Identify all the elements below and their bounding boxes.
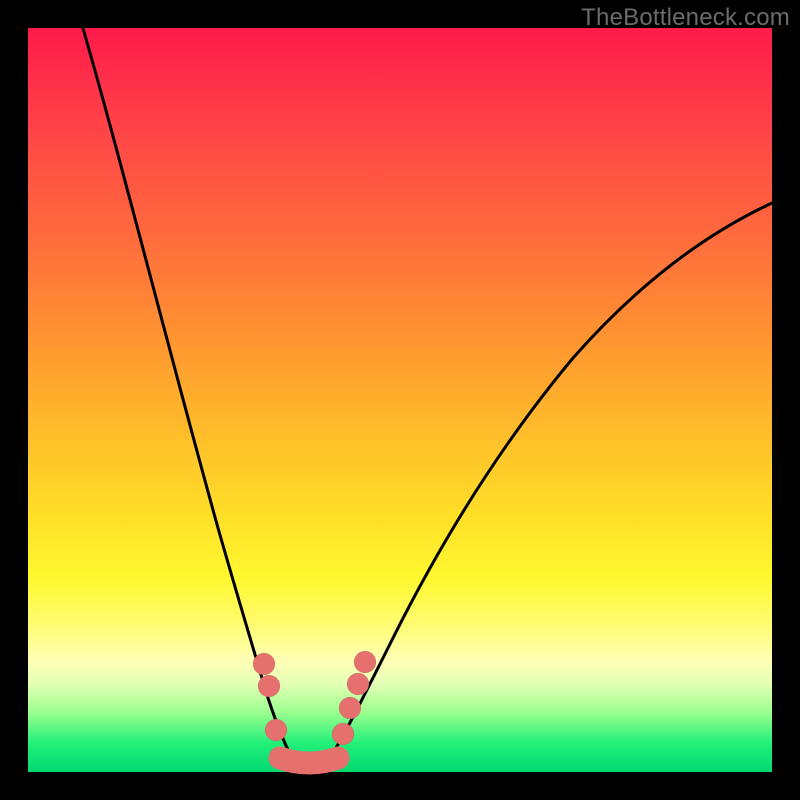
plot-area xyxy=(28,28,772,772)
marker-dot xyxy=(253,653,275,675)
marker-dot xyxy=(347,673,369,695)
curve-layer xyxy=(28,28,772,772)
marker-dot xyxy=(354,651,376,673)
watermark-text: TheBottleneck.com xyxy=(581,4,790,32)
right-curve xyxy=(328,203,772,761)
optimum-flat xyxy=(280,758,338,763)
marker-dot xyxy=(332,723,354,745)
left-curve xyxy=(80,18,294,761)
marker-dot xyxy=(265,719,287,741)
marker-dot xyxy=(258,675,280,697)
marker-dot xyxy=(339,697,361,719)
chart-frame: TheBottleneck.com xyxy=(0,0,800,800)
